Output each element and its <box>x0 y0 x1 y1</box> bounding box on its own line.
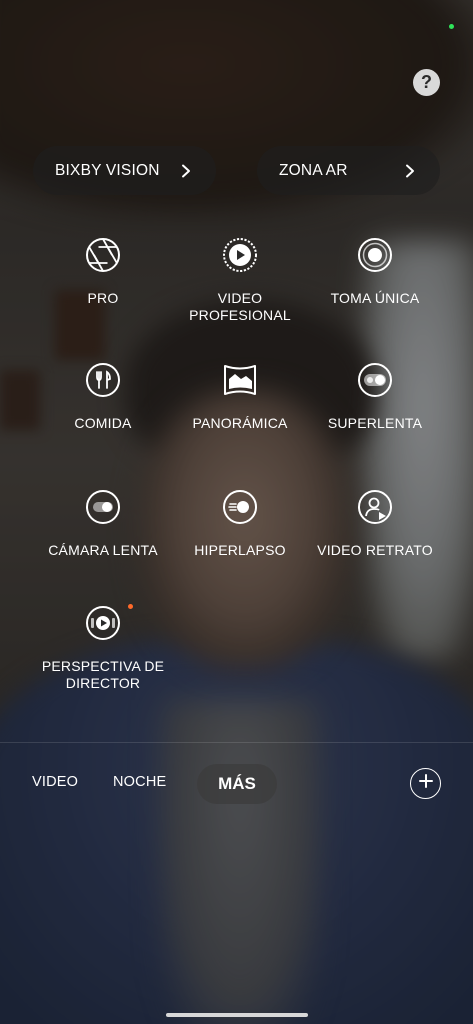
mode-label: SUPERLENTA <box>327 415 423 431</box>
bixby-vision-label: BIXBY VISION <box>55 161 160 179</box>
mode-toma-unica[interactable]: TOMA ÚNICA <box>300 237 450 307</box>
mode-camara-lenta[interactable]: CÁMARA LENTA <box>28 489 178 559</box>
mode-label: HIPERLAPSO <box>194 542 286 558</box>
add-mode-button[interactable] <box>410 768 441 799</box>
mode-label: VIDEO RETRATO <box>317 542 433 558</box>
mode-tab-video[interactable]: VIDEO <box>32 774 78 790</box>
mode-video-profesional[interactable]: VIDEO PROFESIONAL <box>165 237 315 324</box>
directors-view-icon <box>85 605 121 641</box>
zona-ar-button[interactable]: ZONA AR <box>257 146 440 195</box>
mode-label: VIDEO PROFESIONAL <box>189 290 291 323</box>
mode-label: CÁMARA LENTA <box>48 542 158 558</box>
divider <box>0 742 473 743</box>
hyperlapse-icon <box>222 489 258 525</box>
slow-motion-icon <box>85 489 121 525</box>
mode-label: TOMA ÚNICA <box>330 290 420 306</box>
mode-panoramica[interactable]: PANORÁMICA <box>165 362 315 432</box>
mode-superlenta[interactable]: SUPERLENTA <box>300 362 450 432</box>
panorama-icon <box>222 362 258 398</box>
chevron-right-icon <box>402 163 418 179</box>
bixby-vision-button[interactable]: BIXBY VISION <box>33 146 216 195</box>
mode-label: PANORÁMICA <box>192 415 288 431</box>
plus-icon <box>418 774 433 793</box>
portrait-video-icon <box>357 489 393 525</box>
home-indicator[interactable] <box>166 1013 308 1017</box>
mode-hiperlapso[interactable]: HIPERLAPSO <box>165 489 315 559</box>
mode-video-retrato[interactable]: VIDEO RETRATO <box>300 489 450 559</box>
single-take-icon <box>357 237 393 273</box>
mode-label: COMIDA <box>74 415 132 431</box>
mode-label: PRO <box>87 290 119 306</box>
help-button[interactable]: ? <box>413 69 440 96</box>
super-slow-icon <box>357 362 393 398</box>
mode-tab-mas[interactable]: MÁS <box>197 764 277 804</box>
mode-perspectiva-de-director[interactable]: PERSPECTIVA DE DIRECTOR <box>28 605 178 692</box>
chevron-right-icon <box>178 163 194 179</box>
video-play-icon <box>222 237 258 273</box>
mode-comida[interactable]: COMIDA <box>28 362 178 432</box>
mode-label: PERSPECTIVA DE DIRECTOR <box>41 658 165 691</box>
zona-ar-label: ZONA AR <box>279 161 348 179</box>
aperture-icon <box>85 237 121 273</box>
mode-pro[interactable]: PRO <box>28 237 178 307</box>
camera-in-use-indicator <box>449 24 454 29</box>
mode-tab-noche[interactable]: NOCHE <box>113 774 166 790</box>
fork-knife-icon <box>85 362 121 398</box>
